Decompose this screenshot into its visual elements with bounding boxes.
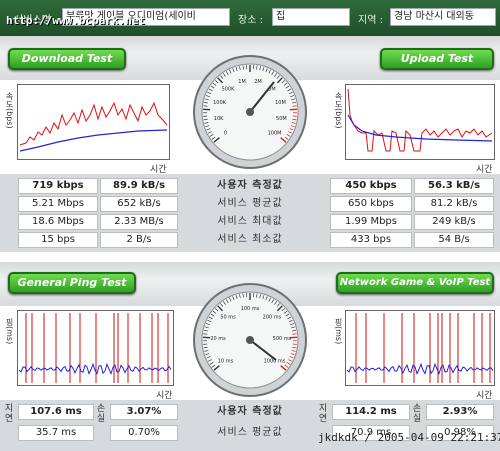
download-bytes-cell: 89.9 kB/s — [100, 178, 178, 194]
watermark: http://www.bcpark.net — [6, 14, 146, 27]
speed-gauge-tick-label: 50M — [276, 116, 287, 122]
speed-gauge-tick-label: 100K — [213, 100, 227, 106]
speed-gauge-tick-label: 0 — [224, 131, 227, 137]
ping-chart-svg — [18, 313, 172, 383]
upload-chart-svg — [347, 88, 493, 152]
ping-gauge-tick-label: 10 ms — [218, 359, 234, 365]
place-field[interactable]: 집 — [272, 8, 350, 26]
ping-gauge-tick-label: 50 ms — [220, 315, 236, 321]
upload-bps-cell: 450 kbps — [330, 178, 412, 194]
timestamp-signature: jkdkdk / 2005-04-09 22:21:37 — [318, 431, 500, 444]
upload-chart — [345, 84, 495, 160]
speed-row-label: 서비스 최소값 — [217, 234, 283, 245]
download-y-label: 속도(bps) — [5, 92, 14, 129]
ping-gauge-tick-label: 200 ms — [263, 315, 282, 321]
ping-test-button[interactable]: General Ping Test — [8, 272, 136, 294]
download-test-button[interactable]: Download Test — [8, 48, 126, 70]
ping-loss-cell: 0.70% — [110, 425, 178, 441]
network-latency-cell: 114.2 ms — [332, 404, 410, 420]
upload-bytes-cell: 54 B/s — [414, 232, 494, 248]
ping-latency-label: 지연 — [4, 404, 14, 424]
speed-gauge-tick-label: 2M — [254, 79, 262, 85]
network-chart — [345, 310, 495, 386]
network-loss-label: 손실 — [412, 404, 422, 424]
speed-gauge: 0 10K 100K 500K 1M 2M 5M 10M 50M 100M — [192, 54, 308, 170]
ping-chart-baseline — [18, 362, 172, 376]
ping-row-label: 서비스 평균값 — [217, 427, 283, 438]
speed-gauge-tick-label: 10K — [214, 116, 224, 122]
download-bytes-cell: 2.33 MB/s — [100, 214, 178, 230]
speed-row-label: 서비스 최대값 — [217, 216, 283, 227]
network-test-button[interactable]: Network Game & VoIP Test — [336, 272, 494, 294]
upload-bps-cell: 650 kbps — [330, 196, 412, 212]
network-latency-label: 지연 — [318, 404, 328, 424]
speed-row-label: 사용자 측정값 — [217, 180, 283, 191]
network-chart-svg — [346, 313, 494, 383]
upload-y-label: 속도(bps) — [334, 92, 343, 129]
info-bar: 서비스명 부루맛 게이블 오디미엄(세이비 장소 : 집 지역 : 경남 마산시… — [0, 0, 500, 36]
ping-latency-cell: 35.7 ms — [18, 425, 94, 441]
download-bps-cell: 5.21 Mbps — [18, 196, 98, 212]
upload-test-button[interactable]: Upload Test — [380, 48, 494, 70]
upload-bytes-cell: 56.3 kB/s — [414, 178, 494, 194]
network-y-label: 핑(ms) — [334, 318, 343, 345]
region-label: 지역 : — [358, 15, 383, 26]
download-bps-cell: 15 bps — [18, 232, 98, 248]
upload-bps-cell: 433 bps — [330, 232, 412, 248]
ping-gauge-tick-label: 20 ms — [210, 336, 226, 342]
download-bps-cell: 18.6 Mbps — [18, 214, 98, 230]
upload-bps-cell: 1.99 Mbps — [330, 214, 412, 230]
ping-loss-label: 손실 — [96, 404, 106, 424]
ping-row-label: 사용자 측정값 — [217, 406, 283, 417]
place-label: 장소 : — [238, 15, 263, 26]
region-field[interactable]: 경남 마산시 대외동 — [390, 8, 496, 26]
network-loss-cell: 2.93% — [426, 404, 494, 420]
ping-y-label: 핑(ms) — [5, 318, 14, 345]
speed-row-label: 서비스 평균값 — [217, 198, 283, 209]
ping-chart — [17, 310, 174, 386]
download-bytes-cell: 652 kB/s — [100, 196, 178, 212]
speed-gauge-tick-label: 1M — [238, 79, 246, 85]
download-chart — [17, 84, 170, 160]
speed-gauge-tick-label: 10M — [275, 100, 286, 106]
upload-bytes-cell: 81.2 kB/s — [414, 196, 494, 212]
download-chart-svg — [19, 101, 168, 152]
speed-gauge-tick-label: 500K — [222, 87, 236, 93]
network-chart-baseline — [346, 362, 494, 376]
download-bps-cell: 719 kbps — [18, 178, 98, 194]
ping-gauge-tick-label: 100 ms — [241, 306, 260, 312]
ping-latency-cell: 107.6 ms — [18, 404, 94, 420]
ping-loss-cell: 3.07% — [110, 404, 178, 420]
download-bytes-cell: 2 B/s — [100, 232, 178, 248]
speed-gauge-tick-label: 100M — [268, 131, 282, 137]
upload-bytes-cell: 249 kB/s — [414, 214, 494, 230]
ping-gauge-tick-label: 500 ms — [273, 336, 292, 342]
ping-gauge: 10 ms 20 ms 50 ms 100 ms 200 ms 500 ms 1000 ms — [192, 282, 308, 398]
